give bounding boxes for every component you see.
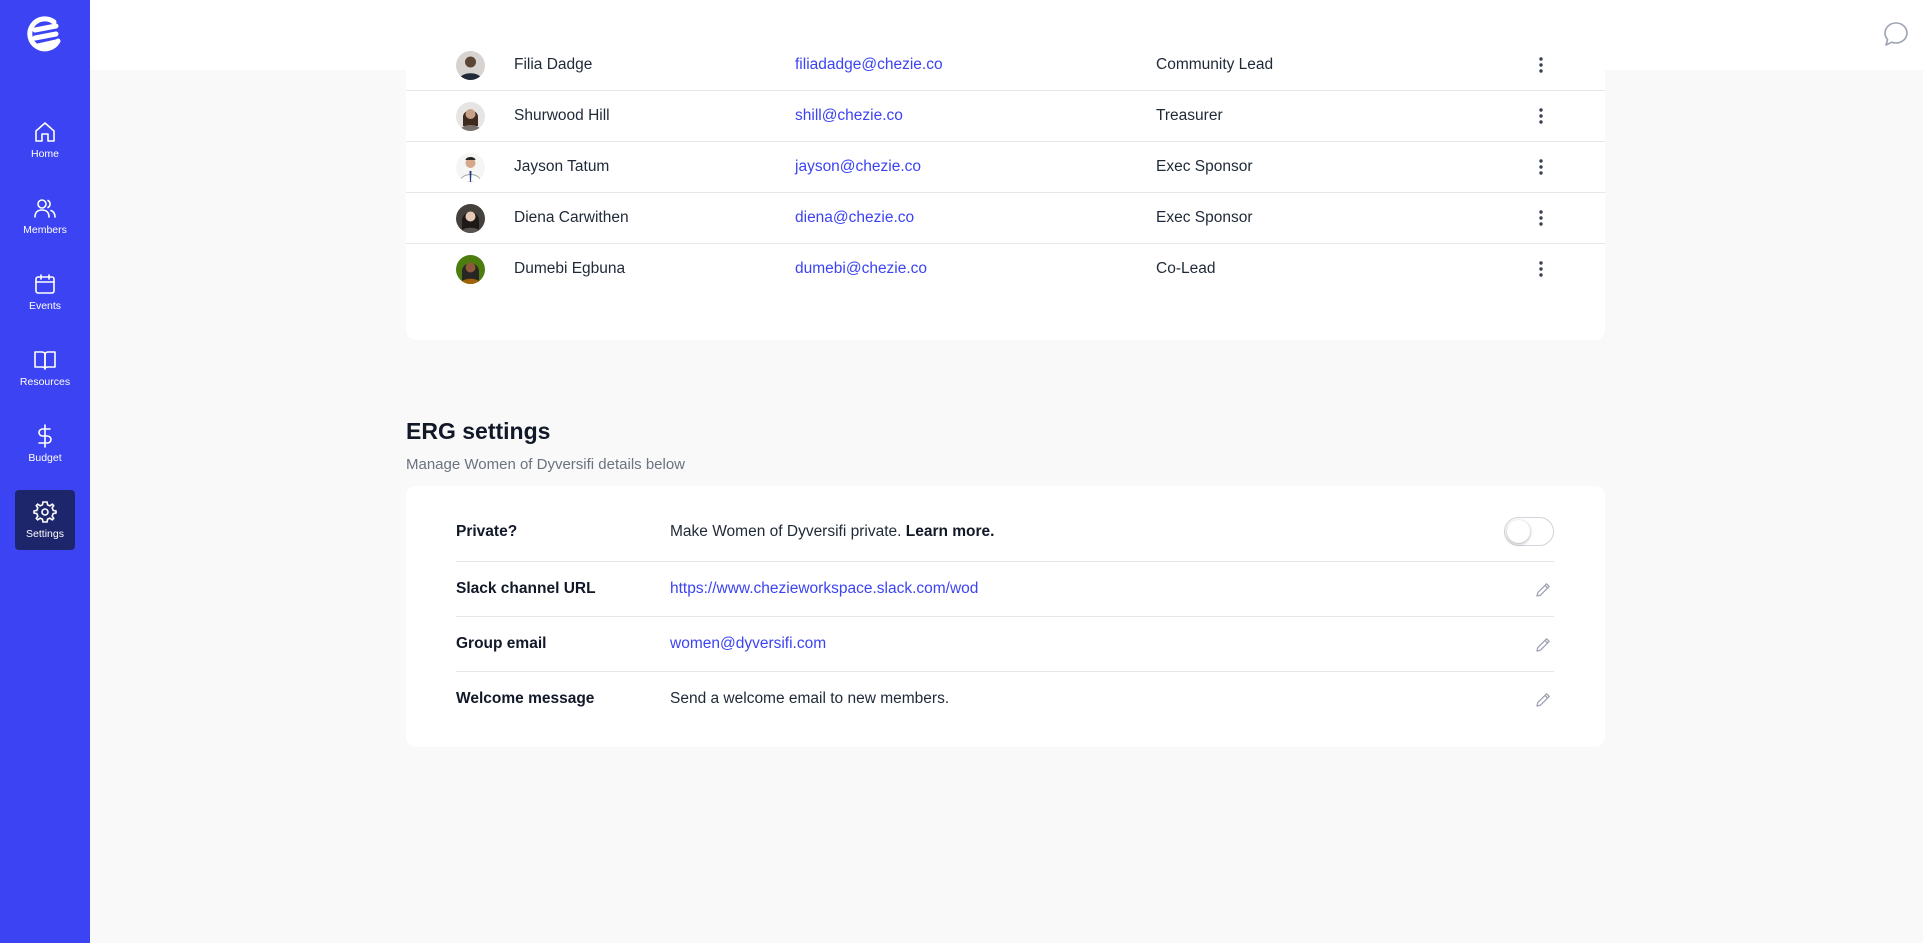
slack-url-link[interactable]: https://www.chezieworkspace.slack.com/wo… <box>670 580 978 598</box>
member-role: Treasurer <box>1156 107 1223 124</box>
welcome-message-value: Send a welcome email to new members. <box>670 690 950 707</box>
nav-item-events[interactable]: Events <box>15 262 75 322</box>
toggle-knob <box>1507 520 1530 543</box>
person-avatar-icon <box>456 204 485 233</box>
member-name: Filia Dadge <box>514 56 593 73</box>
setting-value: Make Women of Dyversifi private. Learn m… <box>670 523 994 541</box>
calendar-icon <box>35 274 55 294</box>
nav-label-settings: Settings <box>26 528 64 540</box>
gear-icon <box>33 501 57 523</box>
member-role: Exec Sponsor <box>1156 158 1253 175</box>
person-avatar-icon <box>456 153 485 182</box>
learn-more-link[interactable]: Learn more. <box>906 523 995 540</box>
person-avatar-icon <box>456 51 485 80</box>
nav-label-budget: Budget <box>28 452 62 464</box>
table-row: Shurwood Hill shill@chezie.co Treasurer <box>406 91 1605 142</box>
book-icon <box>34 351 56 370</box>
section-subtitle: Manage Women of Dyversifi details below <box>406 456 686 473</box>
members-icon <box>34 199 56 218</box>
setting-label: Slack channel URL <box>456 580 596 597</box>
member-email-link[interactable]: shill@chezie.co <box>795 107 903 125</box>
more-options-icon[interactable] <box>1531 259 1551 279</box>
nav-label-members: Members <box>23 224 67 236</box>
nav-label-resources: Resources <box>19 376 71 388</box>
table-row: Jayson Tatum jayson@chezie.co Exec Spons… <box>406 142 1605 193</box>
home-icon <box>35 122 55 142</box>
setting-label: Group email <box>456 635 547 652</box>
table-row: Diena Carwithen diena@chezie.co Exec Spo… <box>406 193 1605 244</box>
avatar <box>456 153 485 182</box>
member-name: Dumebi Egbuna <box>514 260 626 277</box>
nav-item-members[interactable]: Members <box>15 186 75 246</box>
nav-item-budget[interactable]: Budget <box>15 414 75 474</box>
nav-item-home[interactable]: Home <box>15 110 75 170</box>
more-options-icon[interactable] <box>1531 208 1551 228</box>
member-email-link[interactable]: filiadadge@chezie.co <box>795 56 943 74</box>
private-toggle[interactable] <box>1504 517 1554 546</box>
member-name: Jayson Tatum <box>514 158 610 175</box>
avatar <box>456 204 485 233</box>
member-role: Co-Lead <box>1156 260 1216 277</box>
sidebar: Home Members Events Resources Budget Set… <box>0 0 90 943</box>
more-options-icon[interactable] <box>1531 106 1551 126</box>
setting-row-private: Private? Make Women of Dyversifi private… <box>456 486 1554 562</box>
setting-row-group-email: Group email women@dyversifi.com <box>456 617 1554 672</box>
avatar <box>456 255 485 284</box>
member-role: Exec Sponsor <box>1156 209 1253 226</box>
private-description: Make Women of Dyversifi private. <box>670 523 902 540</box>
avatar <box>456 51 485 80</box>
nav-label-home: Home <box>30 148 59 160</box>
member-email-link[interactable]: diena@chezie.co <box>795 209 914 227</box>
dollar-icon <box>38 424 52 448</box>
setting-label: Private? <box>456 523 518 540</box>
section-title: ERG settings <box>406 418 551 444</box>
member-name: Diena Carwithen <box>514 209 629 226</box>
member-name: Shurwood Hill <box>514 107 610 124</box>
erg-settings-card: Private? Make Women of Dyversifi private… <box>406 486 1605 747</box>
nav-item-settings[interactable]: Settings <box>15 490 75 550</box>
chat-bubble-icon[interactable] <box>1883 21 1909 47</box>
pencil-icon[interactable] <box>1534 581 1552 599</box>
member-role: Community Lead <box>1156 56 1274 73</box>
person-avatar-icon <box>456 102 485 131</box>
table-row: Filia Dadge filiadadge@chezie.co Communi… <box>406 40 1605 91</box>
chezie-logo[interactable] <box>23 13 67 57</box>
group-email-link[interactable]: women@dyversifi.com <box>670 635 826 653</box>
setting-label: Welcome message <box>456 690 595 707</box>
person-avatar-icon <box>456 255 485 284</box>
member-email-link[interactable]: jayson@chezie.co <box>795 158 921 176</box>
table-row: Dumebi Egbuna dumebi@chezie.co Co-Lead <box>406 244 1605 295</box>
pencil-icon[interactable] <box>1534 636 1552 654</box>
setting-row-slack: Slack channel URL https://www.cheziework… <box>456 562 1554 617</box>
member-email-link[interactable]: dumebi@chezie.co <box>795 260 927 278</box>
more-options-icon[interactable] <box>1531 157 1551 177</box>
setting-row-welcome: Welcome message Send a welcome email to … <box>456 672 1554 727</box>
pencil-icon[interactable] <box>1534 691 1552 709</box>
nav-label-events: Events <box>28 300 62 312</box>
members-table: Filia Dadge filiadadge@chezie.co Communi… <box>406 40 1605 340</box>
more-options-icon[interactable] <box>1531 55 1551 75</box>
nav-item-resources[interactable]: Resources <box>15 338 75 398</box>
avatar <box>456 102 485 131</box>
